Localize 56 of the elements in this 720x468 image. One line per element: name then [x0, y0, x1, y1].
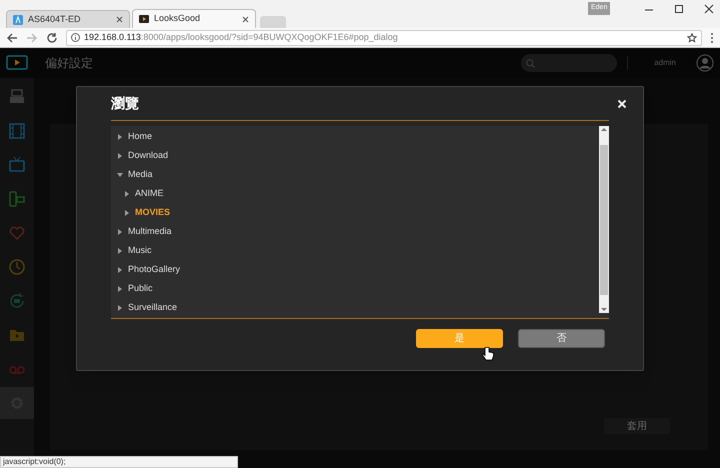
folder-item[interactable]: Media [128, 168, 153, 182]
collapsed-caret-icon[interactable] [117, 228, 123, 234]
printer-icon [8, 88, 26, 106]
logo-icon [6, 55, 28, 71]
collapsed-caret-icon[interactable] [117, 286, 123, 292]
cancel-button[interactable]: 否 [518, 329, 605, 348]
browser-tab[interactable]: AS6404T-ED [6, 10, 130, 28]
scroll-up-icon[interactable] [601, 127, 607, 131]
hand-cursor-icon [482, 346, 494, 362]
remote-icon [8, 190, 26, 208]
collapsed-caret-icon[interactable] [124, 190, 130, 196]
star-icon[interactable] [687, 32, 697, 42]
dialog-title: 瀏覽 [111, 94, 139, 113]
expanded-caret-icon[interactable] [117, 172, 123, 178]
back-icon[interactable] [6, 32, 18, 44]
folder-item[interactable]: Multimedia [128, 224, 172, 238]
folder-item[interactable]: Download [128, 148, 168, 162]
play-icon [139, 14, 149, 24]
collapsed-caret-icon[interactable] [117, 134, 123, 140]
film-icon [8, 122, 26, 140]
close-icon[interactable] [704, 4, 714, 14]
replay-icon [8, 292, 26, 310]
scrollbar[interactable] [599, 126, 609, 313]
maximize-icon[interactable] [674, 4, 684, 14]
close-icon[interactable] [242, 16, 249, 22]
browser-tab[interactable]: LooksGood [132, 9, 256, 28]
collapsed-caret-icon[interactable] [117, 248, 123, 254]
collapsed-caret-icon[interactable] [124, 210, 130, 216]
search-field[interactable] [521, 54, 618, 72]
menu-icon[interactable] [710, 32, 714, 44]
heart-icon [8, 224, 26, 242]
folder-item[interactable]: ANIME [135, 186, 164, 200]
folder-item[interactable]: Music [128, 244, 152, 258]
collapsed-caret-icon[interactable] [117, 266, 123, 272]
reload-icon[interactable] [46, 32, 58, 44]
collapsed-caret-icon[interactable] [117, 304, 123, 310]
folder-item[interactable]: MOVIES [135, 206, 170, 220]
folder-item[interactable]: Surveillance [128, 300, 178, 313]
status-url: javascript:void(0); [3, 456, 66, 468]
scroll-down-icon[interactable] [601, 308, 607, 312]
collapsed-caret-icon[interactable] [117, 152, 123, 158]
tab-title: AS6404T-ED [28, 12, 82, 26]
scrollbar-thumb[interactable] [600, 144, 608, 294]
folder-item[interactable]: Public [128, 282, 153, 296]
info-icon [71, 33, 80, 42]
url-text: 192.168.0.113:8000/apps/looksgood/?sid=94BUWQXQogOKF1E6#pop_dialog [84, 30, 398, 44]
clock-icon [8, 258, 26, 276]
page-title: 偏好設定 [45, 55, 93, 72]
search-icon [526, 58, 536, 68]
folder-item[interactable]: Home [128, 130, 152, 144]
tab-title: LooksGood [154, 12, 202, 26]
tv-icon [8, 156, 26, 174]
avatar-icon[interactable] [696, 54, 714, 72]
app-icon [13, 14, 23, 24]
address-bar[interactable]: 192.168.0.113:8000/apps/looksgood/?sid=94BUWQXQogOKF1E6#pop_dialog [66, 30, 702, 46]
folder-item[interactable]: PhotoGallery [128, 262, 180, 276]
